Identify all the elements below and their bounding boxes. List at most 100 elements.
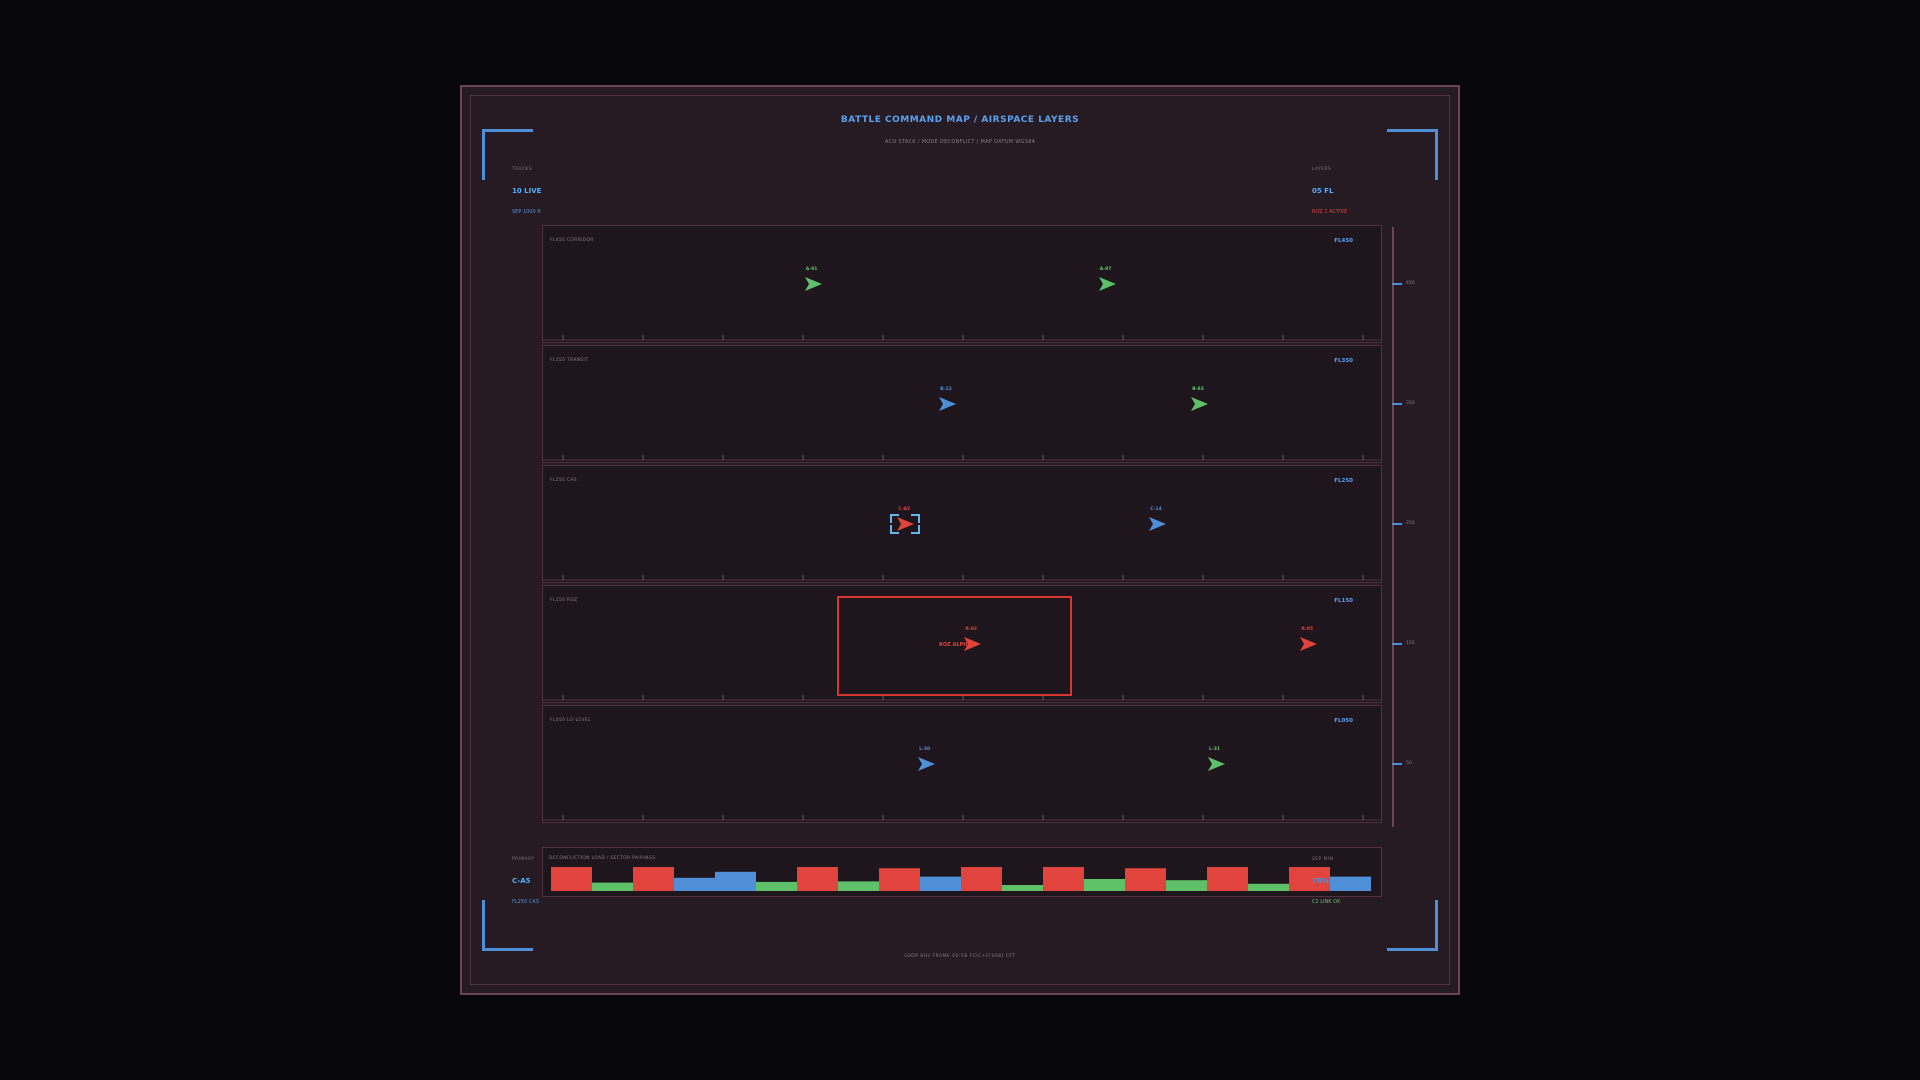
deconfliction-bar	[797, 867, 838, 891]
aircraft-track[interactable]: A-91	[804, 267, 826, 294]
aircraft-track[interactable]: L-31	[1207, 747, 1229, 774]
airspace-band-fl150: FL150 ROZ FL150 ROZ ALPHA R-02 R-05	[542, 585, 1382, 703]
selection-bracket	[890, 514, 921, 534]
altitude-scale-tick	[1392, 283, 1402, 285]
deconfliction-bar	[920, 876, 961, 891]
deconfliction-bar	[715, 871, 756, 891]
corner-bracket-top-left	[482, 129, 533, 180]
deconfliction-bar	[1002, 885, 1043, 891]
primary-label: PRIMARY	[512, 857, 535, 862]
band-tick-axis	[543, 455, 1381, 461]
aircraft-track[interactable]: R-05	[1299, 627, 1321, 654]
page-title: BATTLE COMMAND MAP / AIRSPACE LAYERS	[840, 115, 1080, 125]
deconfliction-bar	[592, 882, 633, 891]
aircraft-track[interactable]: C-14	[1148, 507, 1170, 534]
deconfliction-bar	[838, 881, 879, 891]
track-callsign: A-91	[805, 267, 818, 272]
aircraft-arrow-icon	[964, 637, 982, 651]
band-tick-axis	[543, 575, 1381, 581]
altitude-scale-label: 350	[1406, 401, 1415, 406]
track-callsign: C-A5	[898, 507, 911, 512]
aircraft-arrow-icon	[1098, 277, 1116, 291]
deconfliction-bar	[1207, 867, 1248, 891]
aircraft-track[interactable]: B-83	[1190, 387, 1212, 414]
band-name: FL150 ROZ	[550, 598, 578, 603]
airspace-band-fl250: FL250 CAS FL250 C-A5 C-14	[542, 465, 1382, 583]
altitude-scale-label: 450	[1406, 281, 1415, 286]
band-name: FL450 CORRIDOR	[550, 238, 594, 243]
primary-value: C-A5	[512, 877, 531, 885]
altitude-scale-tick	[1392, 523, 1402, 525]
band-name: FL250 CAS	[550, 478, 577, 483]
track-callsign: B-12	[940, 387, 952, 392]
track-callsign: B-83	[1192, 387, 1204, 392]
band-tick-axis	[543, 815, 1381, 821]
sep-min-value: 78%	[1312, 877, 1329, 885]
altitude-scale-tick	[1392, 403, 1402, 405]
deconfliction-bar	[879, 868, 920, 891]
deconfliction-bar	[1084, 879, 1125, 891]
band-flight-level: FL150	[1334, 598, 1353, 604]
deconfliction-bar	[1043, 867, 1084, 891]
deconfliction-bar	[1125, 868, 1166, 891]
deconfliction-bar	[756, 881, 797, 891]
altitude-scale-label: 250	[1406, 521, 1415, 526]
airspace-band-fl050: FL050 LO-LEVEL FL050 L-30 L-31	[542, 705, 1382, 823]
corner-bracket-bottom-left	[482, 900, 533, 951]
deconfliction-load-chart: DECONFLICTION LOAD / SECTOR PAIRINGS	[542, 847, 1382, 897]
aircraft-arrow-icon	[918, 757, 936, 771]
aircraft-track[interactable]: R-02	[963, 627, 985, 654]
tracks-label: TRACKS	[512, 167, 533, 172]
status-footer: LOOP 6Hz FRAME 00:58 FCIC+F[008] CFT	[904, 954, 1016, 959]
band-tick-axis	[543, 335, 1381, 341]
tracks-value: 10 LIVE	[512, 187, 542, 195]
link-status: C2 LINK OK	[1312, 899, 1341, 905]
deconfliction-bar	[674, 877, 715, 891]
deconfliction-bar	[1166, 880, 1207, 891]
deconfliction-bar	[633, 867, 674, 891]
aircraft-arrow-icon	[1208, 757, 1225, 771]
restricted-operating-zone[interactable]: ROZ ALPHA	[837, 596, 1073, 696]
sep-min-label: SEP MIN	[1312, 857, 1334, 862]
aircraft-arrow-icon	[804, 277, 822, 291]
aircraft-track[interactable]: L-30	[917, 747, 939, 774]
primary-layer: FL250 CAS	[512, 899, 539, 905]
band-name: FL350 TRANSIT	[550, 358, 589, 363]
aircraft-track[interactable]: B-12	[938, 387, 960, 414]
band-flight-level: FL450	[1334, 238, 1353, 244]
track-callsign: R-05	[1301, 627, 1313, 632]
altitude-scale-label: 150	[1406, 641, 1415, 646]
airspace-band-fl450: FL450 CORRIDOR FL450 A-91 A-87	[542, 225, 1382, 343]
altitude-scale-tick	[1392, 643, 1402, 645]
deconfliction-bar	[1248, 883, 1289, 891]
corner-bracket-top-right	[1387, 129, 1438, 180]
airspace-band-fl350: FL350 TRANSIT FL350 B-12 B-83	[542, 345, 1382, 463]
track-callsign: R-02	[965, 627, 977, 632]
corner-bracket-bottom-right	[1387, 900, 1438, 951]
track-callsign: L-30	[919, 747, 931, 752]
aircraft-arrow-icon	[939, 397, 957, 411]
band-flight-level: FL350	[1334, 358, 1353, 364]
layers-value: 05 FL	[1312, 187, 1334, 195]
band-flight-level: FL250	[1334, 478, 1353, 484]
command-map-panel: BATTLE COMMAND MAP / AIRSPACE LAYERS ACO…	[460, 85, 1460, 995]
aircraft-arrow-icon	[1149, 517, 1167, 531]
altitude-scale-label: 50	[1406, 761, 1412, 766]
track-callsign: A-87	[1099, 267, 1112, 272]
track-callsign: L-31	[1209, 747, 1220, 752]
deconfliction-bar	[1330, 876, 1371, 891]
aircraft-arrow-icon	[1191, 397, 1209, 411]
altitude-scale	[1392, 227, 1394, 827]
track-callsign: C-14	[1150, 507, 1162, 512]
deconfliction-bar	[551, 867, 592, 891]
altitude-scale-tick	[1392, 763, 1402, 765]
deconfliction-bar	[961, 867, 1002, 891]
aircraft-track[interactable]: A-87	[1098, 267, 1120, 294]
page-subtitle: ACO STACK / MODE DECONFLICT / MAP DATUM …	[884, 139, 1036, 145]
band-flight-level: FL050	[1334, 718, 1353, 724]
deconfliction-bars	[551, 867, 1371, 891]
separation-readout: SEP 1000 ft	[512, 209, 541, 215]
layers-label: LAYERS	[1312, 167, 1332, 172]
band-name: FL050 LO-LEVEL	[550, 718, 591, 723]
aircraft-arrow-icon	[1300, 637, 1318, 651]
